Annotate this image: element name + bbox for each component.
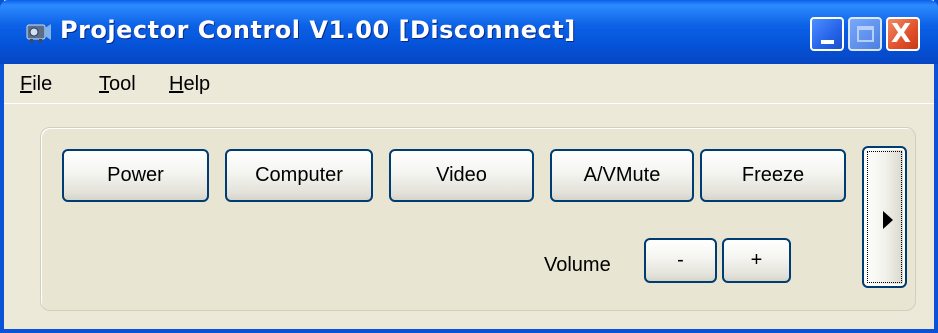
power-button[interactable]: Power — [62, 149, 209, 202]
freeze-button[interactable]: Freeze — [700, 149, 846, 202]
menu-file[interactable]: File — [20, 73, 52, 96]
window-title: Projector Control V1.00 [Disconnect] — [60, 16, 576, 44]
menu-tool-label: ool — [109, 73, 136, 95]
maximize-icon — [857, 26, 874, 42]
close-button[interactable]: X — [886, 17, 920, 51]
menu-help-label: elp — [183, 73, 211, 95]
minimize-icon — [821, 40, 834, 44]
menu-help-accel: H — [169, 73, 184, 95]
video-button[interactable]: Video — [389, 149, 534, 202]
minimize-button[interactable] — [810, 17, 844, 51]
app-window: Projector Control V1.00 [Disconnect] X F… — [0, 0, 938, 333]
volume-up-button[interactable]: + — [722, 238, 791, 283]
triangle-right-icon — [883, 211, 893, 229]
expand-panel-button[interactable] — [862, 146, 907, 288]
maximize-button[interactable] — [848, 17, 882, 51]
menu-file-accel: F — [20, 73, 33, 95]
menu-tool[interactable]: Tool — [99, 73, 136, 96]
menu-tool-accel: T — [99, 73, 109, 95]
menu-help[interactable]: Help — [169, 73, 210, 96]
computer-button[interactable]: Computer — [225, 149, 373, 202]
title-bar[interactable]: Projector Control V1.00 [Disconnect] X — [0, 0, 938, 64]
volume-label: Volume — [544, 254, 611, 276]
av-mute-button[interactable]: A/VMute — [550, 149, 694, 202]
menu-bar: File Tool Help — [4, 64, 934, 104]
volume-down-button[interactable]: - — [644, 238, 717, 283]
menu-file-label: ile — [32, 73, 53, 95]
projector-app-icon — [26, 24, 51, 43]
close-icon: X — [891, 19, 912, 49]
